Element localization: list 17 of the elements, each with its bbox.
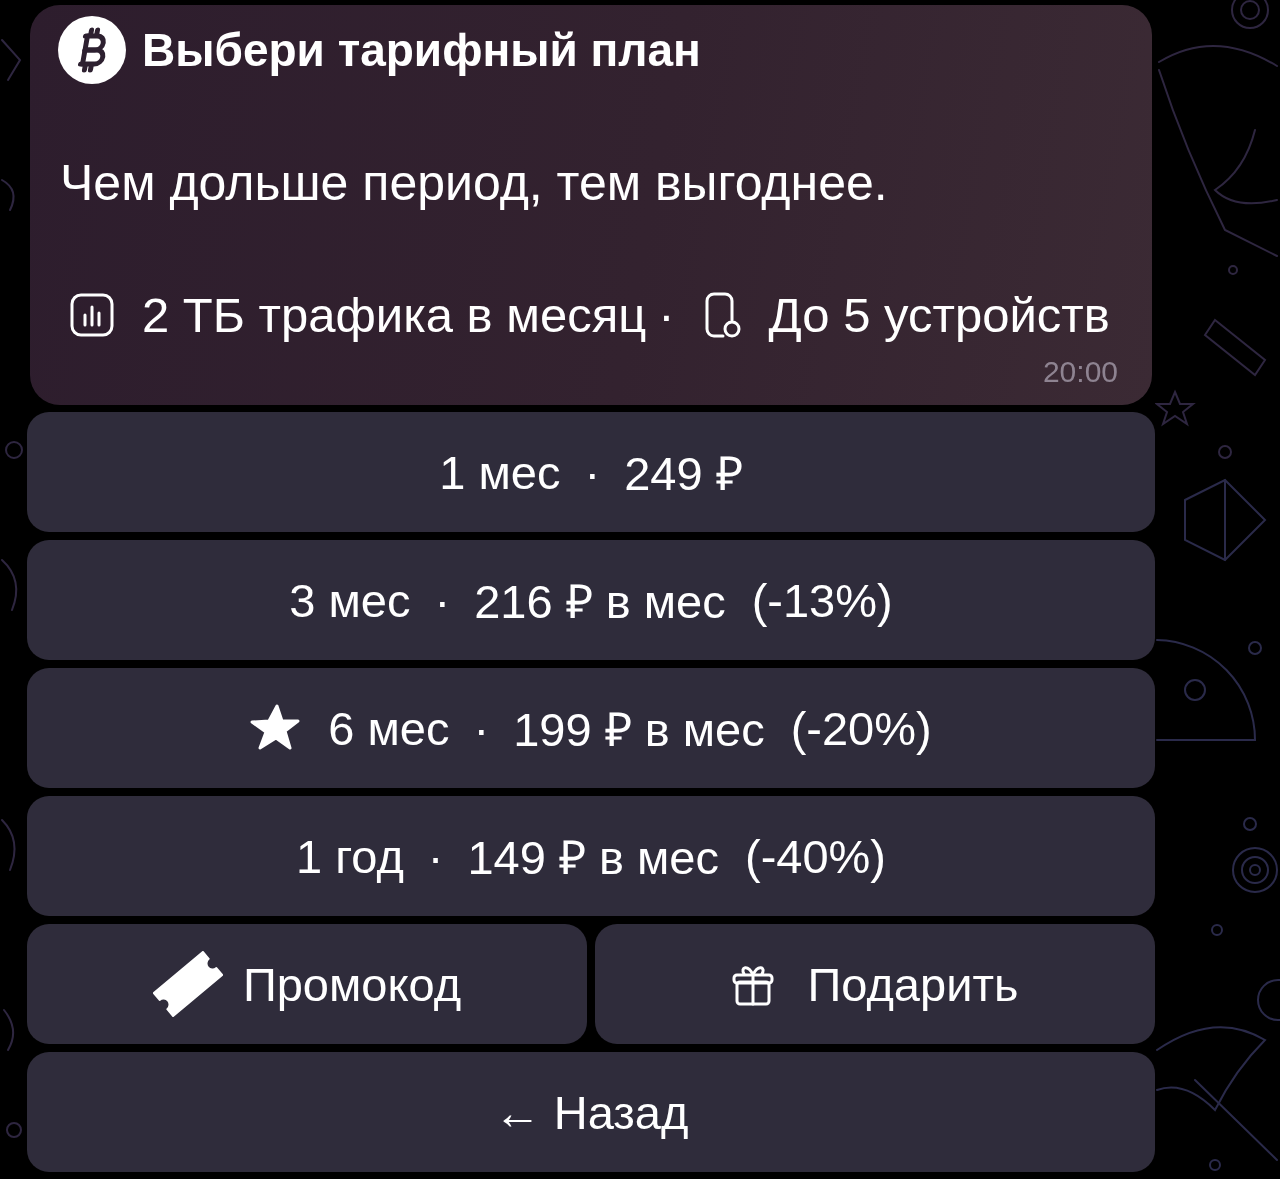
ticket-icon [152, 951, 223, 1017]
back-button[interactable]: ← Назад [27, 1052, 1155, 1172]
plan-button[interactable]: 1 год · 149 ₽ в мес (-40%) [27, 796, 1155, 916]
plan-button[interactable]: 3 мес · 216 ₽ в мес (-13%) [27, 540, 1155, 660]
bitcoin-icon [58, 16, 126, 84]
feature-text: До 5 устройств [768, 287, 1110, 343]
message-text: Чем дольше период, тем выгоднее. [60, 154, 888, 212]
feature-text: 2 ТБ трафика в месяц [142, 287, 647, 343]
plan-button[interactable]: 1 мес · 249 ₽ [27, 412, 1155, 532]
bar-chart-icon [70, 293, 114, 337]
message-time: 20:00 [1042, 355, 1118, 389]
plan-button[interactable]: 6 мес · 199 ₽ в мес (-20%) [27, 668, 1155, 788]
promo-code-button[interactable]: Промокод [27, 924, 587, 1044]
message-title: Выбери тарифный план [142, 23, 701, 77]
feature-separator: · [658, 287, 675, 343]
gift-button[interactable]: Подарить [595, 924, 1155, 1044]
phone-icon [704, 292, 741, 338]
